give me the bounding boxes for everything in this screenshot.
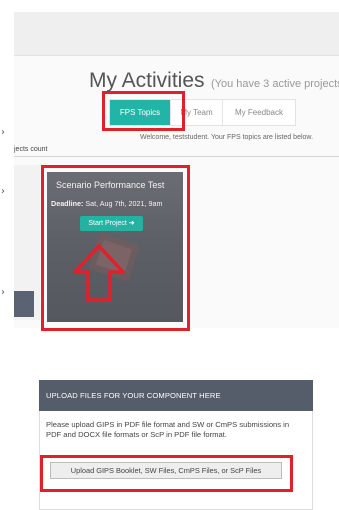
gutter-mark: ›: [1, 287, 5, 298]
gutter-mark: ›: [1, 127, 5, 138]
left-gutter: › › ›: [0, 0, 14, 328]
upload-instructions: Please upload GIPS in PDF file format an…: [46, 420, 290, 439]
upload-header-title: UPLOAD FILES FOR YOUR COMPONENT HERE: [46, 391, 221, 400]
upload-header: UPLOAD FILES FOR YOUR COMPONENT HERE: [39, 380, 313, 411]
highlight-fps-topics: [102, 91, 185, 131]
page-title: My Activities: [89, 69, 205, 92]
page-title-row: My Activities (You have 3 active project…: [89, 69, 339, 93]
side-card-footer: [14, 291, 34, 317]
header-bar: [14, 12, 339, 56]
divider: [14, 156, 339, 157]
welcome-message: Welcome, teststudent. Your FPS topics ar…: [140, 134, 314, 141]
projects-count-header: jects count: [14, 146, 48, 153]
highlight-project-card: [41, 165, 190, 331]
active-projects-count: (You have 3 active projects): [210, 78, 339, 90]
gutter-mark: ›: [1, 186, 5, 197]
highlight-upload-button: [40, 455, 293, 492]
tab-my-feedback[interactable]: My Feedback: [223, 100, 295, 125]
